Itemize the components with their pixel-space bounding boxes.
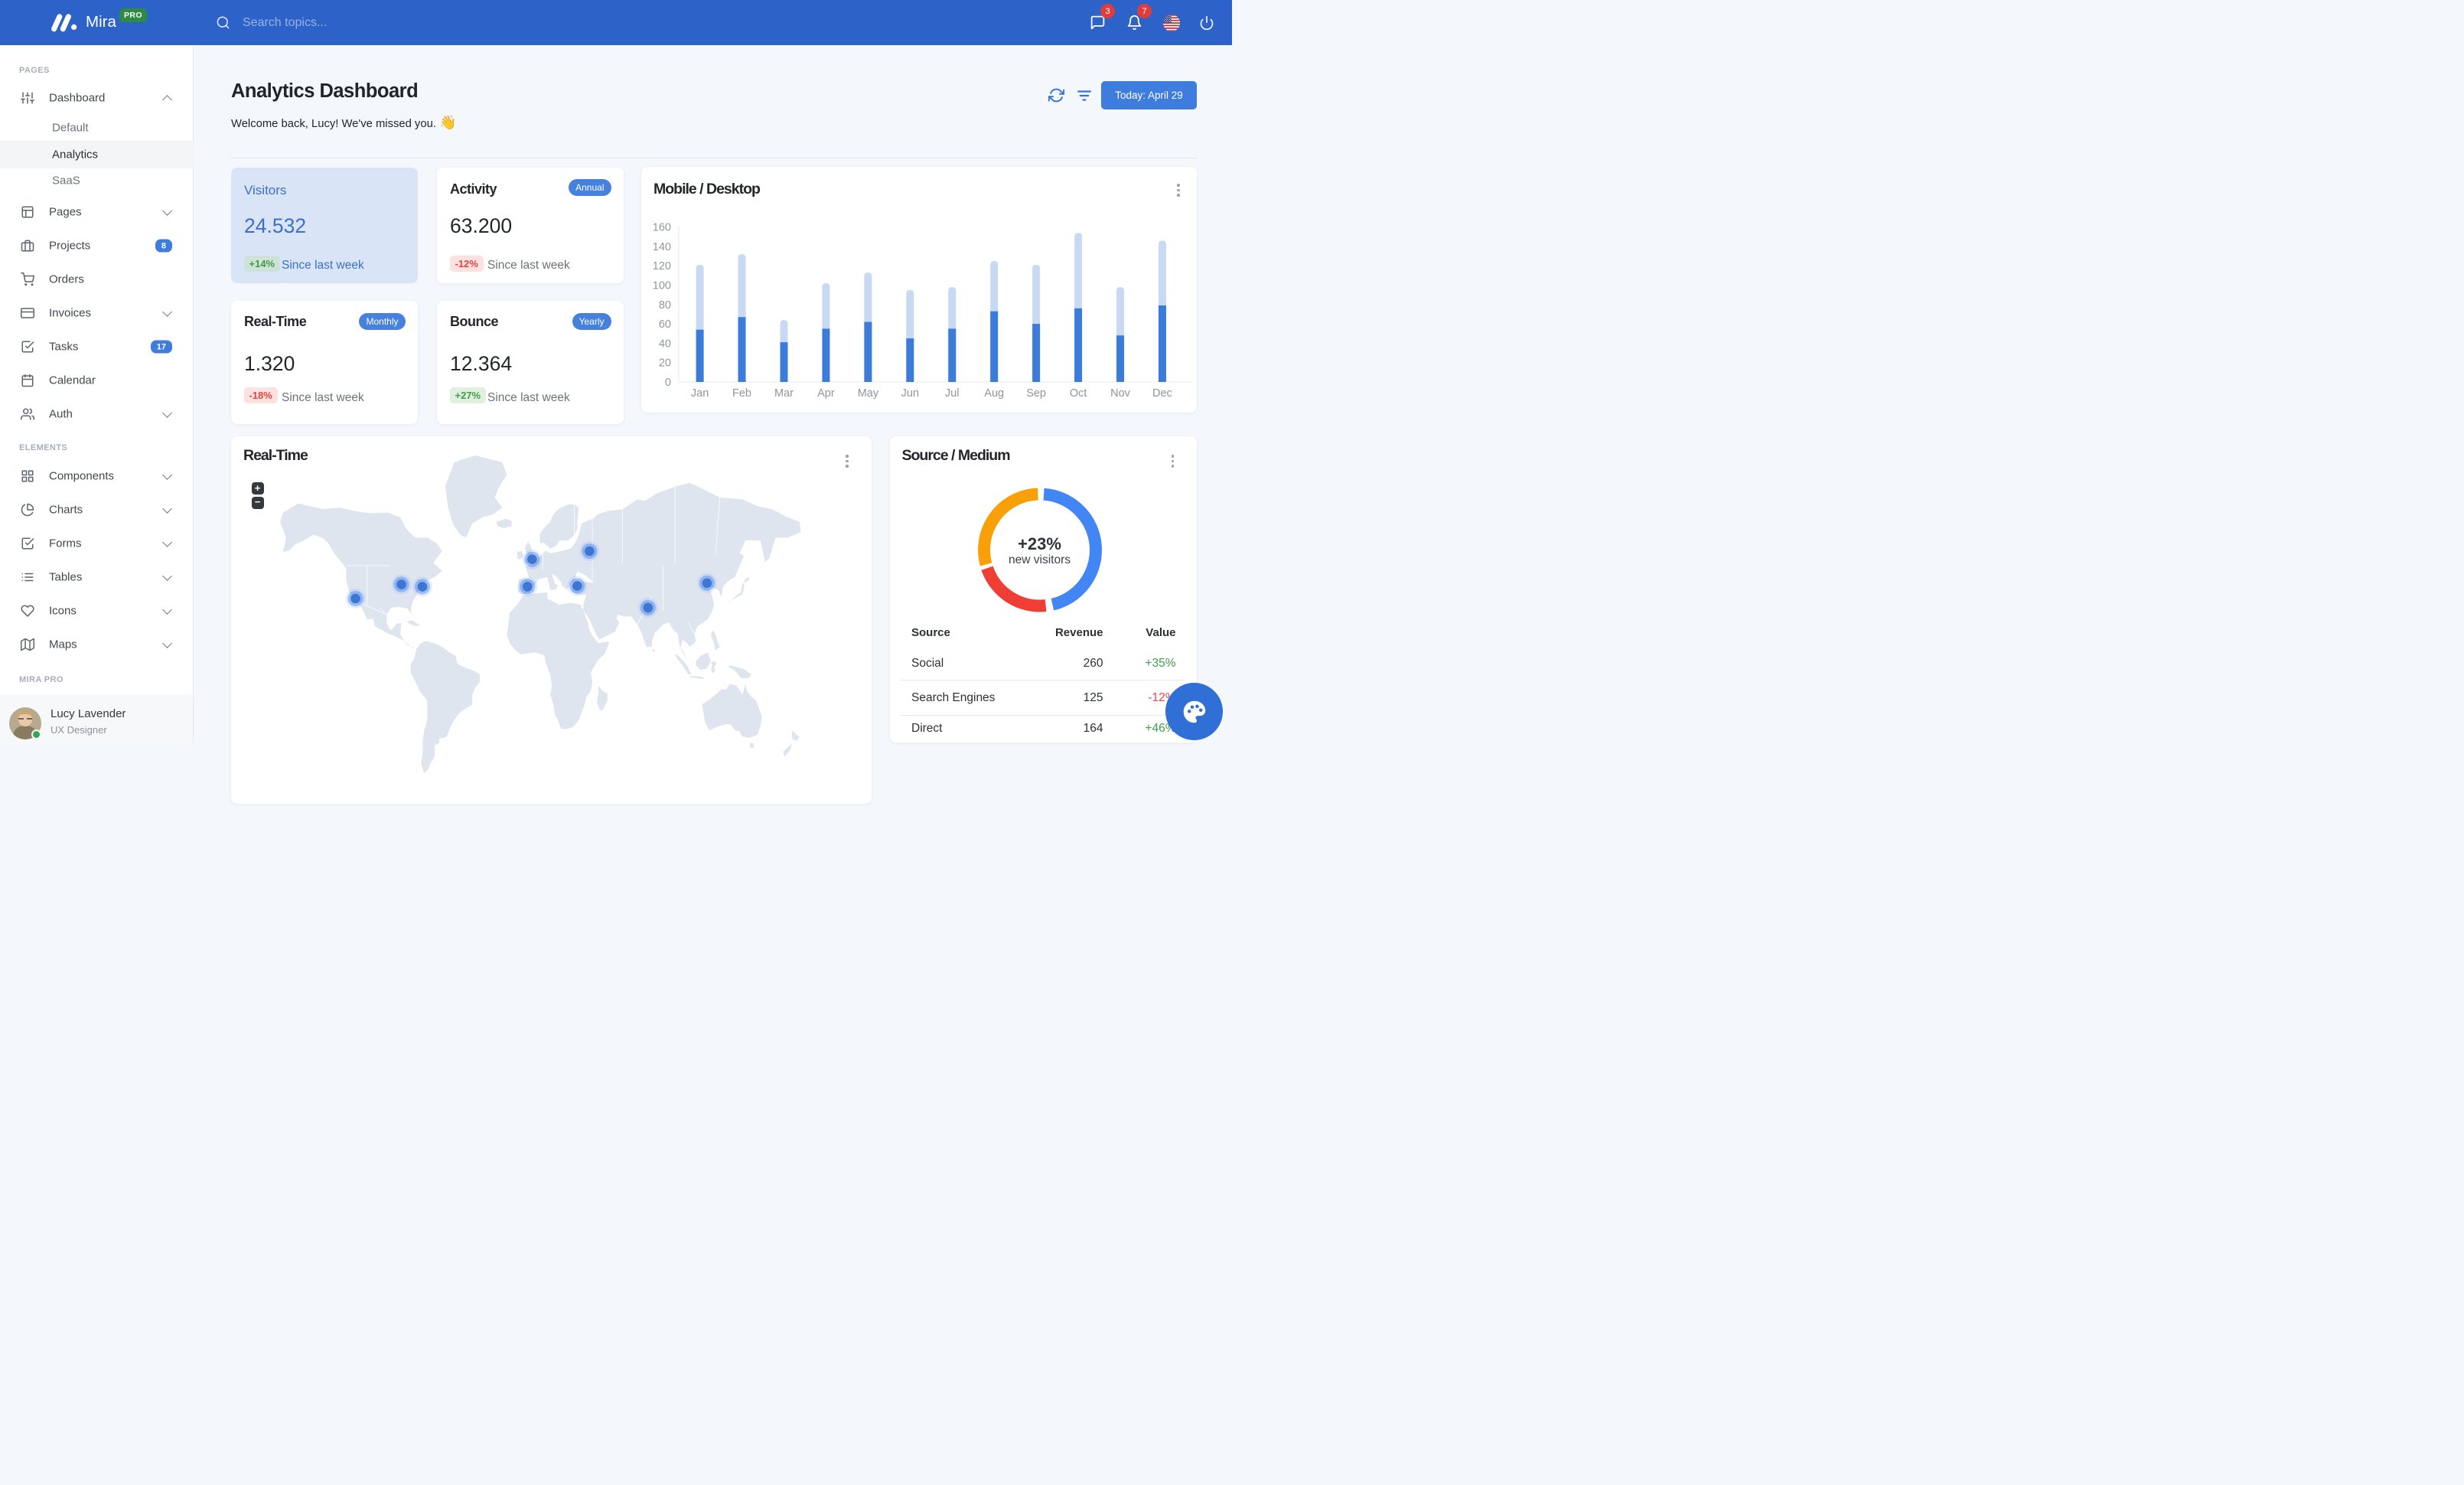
svg-text:Jan: Jan	[691, 387, 709, 400]
svg-text:Dec: Dec	[1152, 387, 1172, 400]
svg-text:May: May	[858, 387, 879, 400]
svg-text:Jun: Jun	[901, 387, 919, 400]
svg-text:Apr: Apr	[817, 387, 835, 400]
svg-text:60: 60	[659, 318, 671, 331]
svg-text:Mar: Mar	[774, 387, 794, 400]
svg-text:Sep: Sep	[1026, 387, 1046, 400]
svg-text:Nov: Nov	[1110, 387, 1131, 400]
svg-text:40: 40	[659, 338, 671, 350]
svg-text:0: 0	[665, 377, 671, 389]
svg-text:Oct: Oct	[1070, 387, 1087, 400]
svg-text:20: 20	[659, 357, 671, 370]
svg-text:140: 140	[653, 241, 671, 253]
svg-text:100: 100	[653, 280, 671, 292]
svg-text:80: 80	[659, 299, 671, 312]
svg-text:Jul: Jul	[945, 387, 960, 400]
svg-text:Feb: Feb	[732, 387, 751, 400]
svg-text:160: 160	[653, 222, 671, 234]
svg-text:120: 120	[653, 260, 671, 273]
svg-text:Aug: Aug	[984, 387, 1004, 400]
